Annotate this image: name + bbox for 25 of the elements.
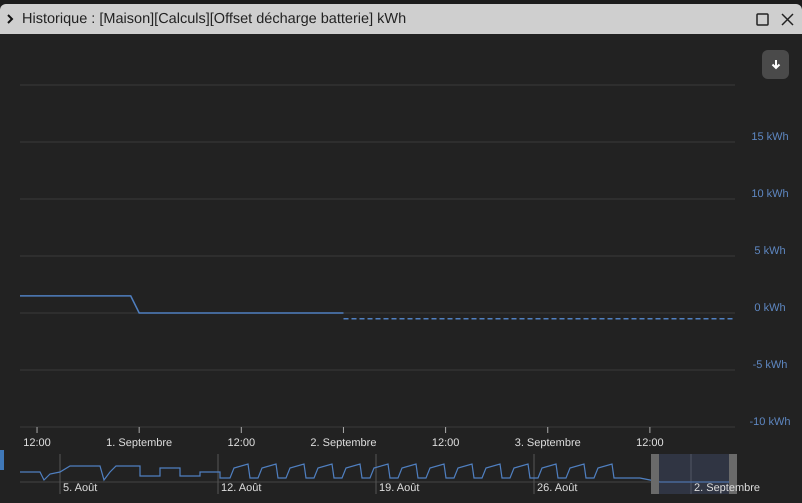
navigator-date-label: 19. Août <box>379 482 420 494</box>
x-axis-label: 1. Septembre <box>106 437 172 449</box>
window-title: Historique : [Maison][Calculs][Offset décharge batterie] kWh <box>22 11 408 27</box>
x-axis-label: 2. Septembre <box>310 437 376 449</box>
y-axis-label: 15 kWh <box>751 131 789 143</box>
handle-tab[interactable] <box>0 450 4 470</box>
y-axis-label: 0 kWh <box>754 302 786 314</box>
x-axis-label: 3. Septembre <box>514 437 581 449</box>
maximize-icon[interactable] <box>756 12 769 26</box>
x-axis-label: 12:00 <box>228 437 256 449</box>
chevron-icon[interactable] <box>6 14 14 24</box>
y-axis-label: 5 kWh <box>754 245 786 257</box>
down-arrow-icon <box>770 59 780 70</box>
navigator-date-label: 2. Septembre <box>694 482 760 494</box>
close-icon[interactable] <box>781 12 794 26</box>
x-axis-label: 12:00 <box>23 437 51 449</box>
y-axis-label: -5 kWh <box>752 359 788 371</box>
navigator-date-label: 26. Août <box>537 482 578 494</box>
download-button[interactable] <box>762 50 789 79</box>
y-axis-label: -10 kWh <box>750 416 790 428</box>
x-axis-label: 12:00 <box>432 437 460 449</box>
navigator-date-label: 12. Août <box>221 482 262 494</box>
navigator-date-label: 5. Août <box>63 482 98 494</box>
y-axis-label: 10 kWh <box>751 188 789 200</box>
x-axis-label: 12:00 <box>636 437 664 449</box>
